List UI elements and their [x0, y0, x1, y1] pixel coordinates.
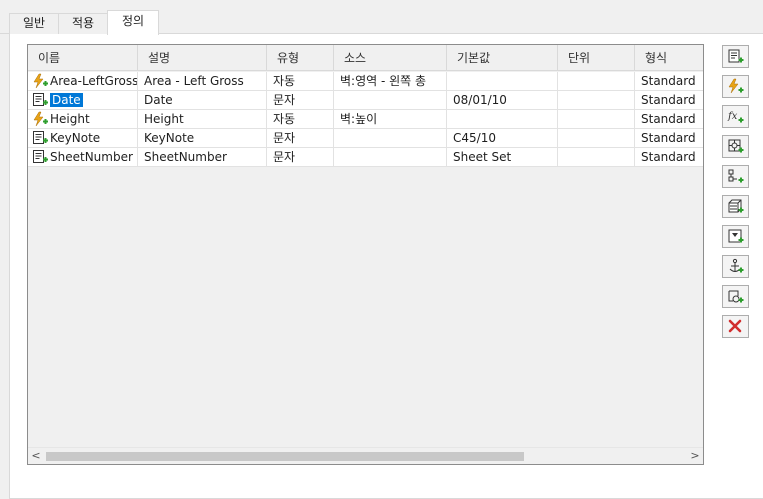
add-automatic-property-button[interactable]: [722, 75, 749, 98]
add-location-property-button[interactable]: [722, 135, 749, 158]
tab-general[interactable]: 일반: [9, 13, 59, 34]
description-cell[interactable]: SheetNumber: [138, 148, 267, 167]
add-anchor-property-button[interactable]: [722, 255, 749, 278]
unit-cell[interactable]: [558, 129, 635, 148]
table-row[interactable]: KeyNote KeyNote 문자 C45/10 Standard: [28, 129, 703, 148]
unit-cell[interactable]: [558, 72, 635, 91]
table-row[interactable]: Area-LeftGross Area - Left Gross 자동 벽:영역 - …: [28, 72, 703, 91]
unit-cell[interactable]: [558, 91, 635, 110]
property-name-text: Height: [50, 112, 90, 126]
default-cell[interactable]: [447, 110, 558, 129]
scroll-left-arrow[interactable]: <: [28, 448, 44, 464]
format-cell[interactable]: Standard: [635, 91, 703, 110]
default-cell[interactable]: [447, 72, 558, 91]
source-cell[interactable]: [334, 129, 447, 148]
horizontal-scrollbar[interactable]: < >: [28, 447, 703, 464]
column-header-name[interactable]: 이름: [28, 45, 138, 71]
tab-apply[interactable]: 적용: [58, 13, 108, 34]
format-cell[interactable]: Standard: [635, 129, 703, 148]
unit-cell[interactable]: [558, 110, 635, 129]
add-hyperlink-property-icon: [728, 290, 744, 303]
format-cell[interactable]: Standard: [635, 148, 703, 167]
add-material-property-icon: [728, 199, 744, 213]
property-name-text: SheetNumber: [50, 150, 133, 164]
source-cell[interactable]: 벽:영역 - 왼쪽 총: [334, 72, 447, 91]
text-property-add-icon: [32, 149, 48, 165]
name-cell[interactable]: SheetNumber: [28, 148, 138, 167]
delete-property-icon: [728, 319, 742, 333]
add-graphic-property-icon: [728, 229, 744, 243]
svg-text:fx: fx: [727, 111, 738, 122]
column-header-format[interactable]: 형식: [635, 45, 703, 71]
table-row[interactable]: Height Height 자동 벽:높이 Standard: [28, 110, 703, 129]
type-cell[interactable]: 자동: [267, 72, 334, 91]
add-anchor-property-icon: [729, 258, 744, 273]
add-automatic-property-icon: [728, 78, 744, 94]
column-header-description[interactable]: 설명: [138, 45, 267, 71]
name-cell[interactable]: Area-LeftGross: [28, 72, 138, 91]
description-cell[interactable]: KeyNote: [138, 129, 267, 148]
add-location-property-icon: [728, 139, 744, 153]
property-name-text: KeyNote: [50, 131, 101, 145]
description-cell[interactable]: Date: [138, 91, 267, 110]
default-cell[interactable]: Sheet Set: [447, 148, 558, 167]
add-formula-property-icon: fx: [727, 111, 744, 123]
tab-definition[interactable]: 정의: [107, 10, 159, 35]
format-cell[interactable]: Standard: [635, 110, 703, 129]
description-cell[interactable]: Area - Left Gross: [138, 72, 267, 91]
column-header-unit[interactable]: 단위: [558, 45, 635, 71]
type-cell[interactable]: 문자: [267, 148, 334, 167]
name-cell[interactable]: KeyNote: [28, 129, 138, 148]
table-row[interactable]: Date Date 문자 08/01/10 Standard: [28, 91, 703, 110]
unit-cell[interactable]: [558, 148, 635, 167]
format-cell[interactable]: Standard: [635, 72, 703, 91]
scroll-thumb[interactable]: [46, 452, 524, 461]
scroll-right-arrow[interactable]: >: [687, 448, 703, 464]
property-definition-table: 이름 설명 유형 소스 기본값 단위 형식 Area-LeftGross Area…: [27, 44, 704, 465]
add-classification-property-icon: [728, 169, 744, 183]
type-cell[interactable]: 문자: [267, 91, 334, 110]
default-cell[interactable]: 08/01/10: [447, 91, 558, 110]
delete-property-button[interactable]: [722, 315, 749, 338]
add-graphic-property-button[interactable]: [722, 225, 749, 248]
column-header-source[interactable]: 소스: [334, 45, 447, 71]
add-text-property-icon: [728, 49, 744, 63]
text-property-add-icon: [32, 92, 48, 108]
type-cell[interactable]: 자동: [267, 110, 334, 129]
tab-strip: 일반 적용 정의: [0, 0, 763, 35]
source-cell[interactable]: [334, 91, 447, 110]
type-cell[interactable]: 문자: [267, 129, 334, 148]
description-cell[interactable]: Height: [138, 110, 267, 129]
lightning-add-icon: [32, 111, 48, 127]
add-formula-property-button[interactable]: fx: [722, 105, 749, 128]
add-text-property-button[interactable]: [722, 45, 749, 68]
text-property-add-icon: [32, 130, 48, 146]
property-name-text: Date: [50, 93, 83, 107]
lightning-add-icon: [32, 73, 48, 89]
table-row[interactable]: SheetNumber SheetNumber 문자 Sheet Set Standar…: [28, 148, 703, 167]
property-name-text: Area-LeftGross: [50, 74, 138, 88]
source-cell[interactable]: 벽:높이: [334, 110, 447, 129]
table-header: 이름 설명 유형 소스 기본값 단위 형식: [28, 45, 703, 71]
add-classification-property-button[interactable]: [722, 165, 749, 188]
column-header-type[interactable]: 유형: [267, 45, 334, 71]
name-cell[interactable]: Height: [28, 110, 138, 129]
default-cell[interactable]: C45/10: [447, 129, 558, 148]
column-header-default[interactable]: 기본값: [447, 45, 558, 71]
name-cell[interactable]: Date: [28, 91, 138, 110]
source-cell[interactable]: [334, 148, 447, 167]
add-material-property-button[interactable]: [722, 195, 749, 218]
add-hyperlink-property-button[interactable]: [722, 285, 749, 308]
